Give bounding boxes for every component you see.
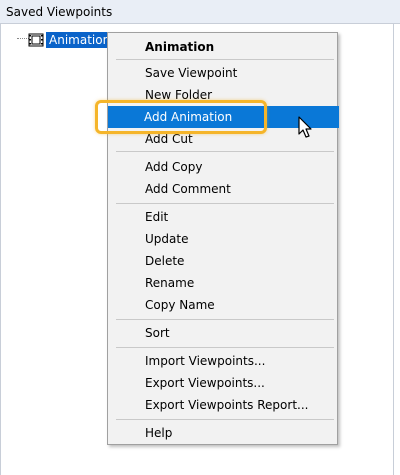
menu-item-export-viewpoints[interactable]: Export Viewpoints...: [109, 372, 337, 394]
menu-separator: [116, 151, 334, 152]
menu-item-import-viewpoints[interactable]: Import Viewpoints...: [109, 350, 337, 372]
menu-separator: [116, 203, 334, 204]
menu-item-edit[interactable]: Edit: [109, 206, 337, 228]
menu-separator: [116, 319, 334, 320]
saved-viewpoints-window: Saved Viewpoints Animation Animation Sav…: [0, 0, 400, 475]
menu-separator: [116, 59, 334, 60]
menu-separator: [116, 347, 334, 348]
mouse-cursor-icon: [298, 116, 312, 138]
menu-header: Animation: [145, 40, 215, 54]
menu-item-add-copy[interactable]: Add Copy: [109, 156, 337, 178]
menu-item-export-viewpoints-report[interactable]: Export Viewpoints Report...: [109, 394, 337, 416]
menu-item-add-comment[interactable]: Add Comment: [109, 178, 337, 200]
menu-item-update[interactable]: Update: [109, 228, 337, 250]
highlight-outline: [95, 100, 267, 134]
menu-separator: [116, 419, 334, 420]
menu-item-save-viewpoint[interactable]: Save Viewpoint: [109, 62, 337, 84]
menu-item-sort[interactable]: Sort: [109, 322, 337, 344]
panel-left-border: [0, 24, 1, 475]
context-menu: Animation Save Viewpoint New Folder Add …: [107, 32, 339, 445]
film-icon: [28, 33, 44, 46]
panel-title: Saved Viewpoints: [6, 5, 113, 19]
tree-item-animation[interactable]: Animation: [28, 31, 114, 48]
menu-item-rename[interactable]: Rename: [109, 272, 337, 294]
panel-right-border: [393, 24, 394, 475]
panel-titlebar: Saved Viewpoints: [0, 0, 400, 24]
menu-item-copy-name[interactable]: Copy Name: [109, 294, 337, 316]
tree-item-label[interactable]: Animation: [46, 31, 114, 48]
menu-item-help[interactable]: Help: [109, 422, 337, 444]
menu-item-delete[interactable]: Delete: [109, 250, 337, 272]
